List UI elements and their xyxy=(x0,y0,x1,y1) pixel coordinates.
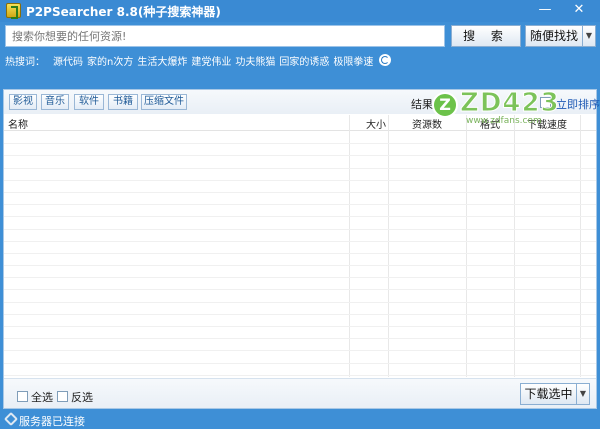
app-logo-icon xyxy=(6,3,21,19)
table-row[interactable] xyxy=(4,230,596,242)
hot-word-link[interactable]: 家的n次方 xyxy=(87,53,133,68)
random-dropdown-arrow-icon[interactable]: ▼ xyxy=(582,25,596,47)
table-row[interactable] xyxy=(4,339,596,352)
table-row[interactable] xyxy=(4,290,596,303)
sort-now-link[interactable]: 立即排序 xyxy=(556,96,600,112)
window-title: P2PSearcher 8.8(种子搜索神器) xyxy=(26,5,221,19)
category-music-button[interactable]: 音乐 xyxy=(41,94,69,110)
table-row[interactable] xyxy=(4,193,596,206)
results-panel: 影视 音乐 软件 书籍 压缩文件 结果 立即排序 名称 大小 资源数 格式 下载… xyxy=(3,89,600,409)
bottom-action-bar: 全选 反选 下载选中 ▼ xyxy=(4,378,596,408)
table-row[interactable] xyxy=(4,303,596,315)
invert-selection-label[interactable]: 反选 xyxy=(71,389,93,405)
hot-word-link[interactable]: 功夫熊猫 xyxy=(235,53,275,68)
table-row[interactable] xyxy=(4,181,596,193)
select-all-checkbox[interactable] xyxy=(17,391,28,402)
sort-checkbox[interactable] xyxy=(540,97,551,108)
table-row[interactable] xyxy=(4,144,596,157)
minimize-button[interactable]: — xyxy=(537,3,553,17)
column-header-speed[interactable]: 下载速度 xyxy=(514,116,580,131)
category-software-button[interactable]: 软件 xyxy=(74,94,104,110)
hot-word-link[interactable]: 极限拳速 xyxy=(333,53,373,68)
download-selected-button[interactable]: 下载选中 xyxy=(520,383,576,405)
hot-word-link[interactable]: 源代码 xyxy=(53,53,83,68)
table-row[interactable] xyxy=(4,205,596,218)
results-count-label: 结果 xyxy=(411,98,433,111)
hot-word-link[interactable]: 回家的诱惑 xyxy=(279,53,329,68)
hot-word-link[interactable]: 建党伟业 xyxy=(191,53,231,68)
table-row[interactable] xyxy=(4,156,596,169)
table-row[interactable] xyxy=(4,315,596,327)
table-row[interactable] xyxy=(4,217,596,230)
table-row[interactable] xyxy=(4,242,596,254)
table-row[interactable] xyxy=(4,266,596,279)
category-books-button[interactable]: 书籍 xyxy=(108,94,138,110)
column-header-sources[interactable]: 资源数 xyxy=(388,116,466,131)
results-table-body[interactable] xyxy=(4,132,596,376)
search-button[interactable]: 搜 索 xyxy=(451,25,521,47)
column-header-format[interactable]: 格式 xyxy=(466,116,514,131)
table-row[interactable] xyxy=(4,351,596,364)
invert-selection-checkbox[interactable] xyxy=(57,391,68,402)
table-row[interactable] xyxy=(4,327,596,340)
category-filter-bar: 影视 音乐 软件 书籍 压缩文件 结果 立即排序 xyxy=(4,90,600,114)
random-search-button[interactable]: 随便找找 xyxy=(525,25,582,47)
status-bar: 服务器已连接 xyxy=(0,411,600,429)
close-button[interactable]: ✕ xyxy=(571,3,587,17)
table-row[interactable] xyxy=(4,169,596,181)
connection-icon xyxy=(3,411,19,427)
hot-word-link[interactable]: 生活大爆炸 xyxy=(137,53,187,68)
select-all-label[interactable]: 全选 xyxy=(31,389,53,405)
title-bar[interactable]: P2PSearcher 8.8(种子搜索神器) — ✕ xyxy=(0,0,600,22)
table-row[interactable] xyxy=(4,278,596,291)
table-row[interactable] xyxy=(4,132,596,145)
column-header-size[interactable]: 大小 xyxy=(366,116,386,131)
status-text: 服务器已连接 xyxy=(19,415,85,428)
column-header-name[interactable]: 名称 xyxy=(8,116,28,131)
app-window: P2PSearcher 8.8(种子搜索神器) — ✕ 搜 索 随便找找 ▼ 热… xyxy=(0,0,600,429)
hot-words-label: 热搜词： xyxy=(5,56,45,68)
refresh-icon[interactable] xyxy=(379,54,392,66)
table-header: 名称 大小 资源数 格式 下载速度 xyxy=(4,115,596,131)
category-video-button[interactable]: 影视 xyxy=(9,94,37,110)
search-input[interactable] xyxy=(5,25,445,47)
download-dropdown-arrow-icon[interactable]: ▼ xyxy=(576,383,590,405)
category-archives-button[interactable]: 压缩文件 xyxy=(141,94,187,110)
hot-words-bar: 热搜词： 源代码 家的n次方 生活大爆炸 建党伟业 功夫熊猫 回家的诱惑 极限拳… xyxy=(5,52,392,68)
table-row[interactable] xyxy=(4,254,596,267)
table-row[interactable] xyxy=(4,364,596,376)
